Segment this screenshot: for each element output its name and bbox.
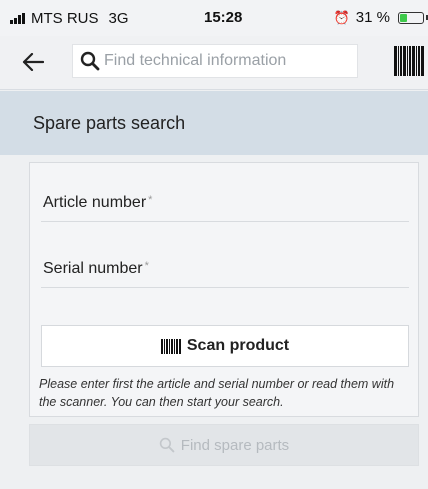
search-hint: Please enter first the article and seria… bbox=[39, 377, 395, 409]
status-right: ⏰ 31 % bbox=[334, 9, 428, 26]
section-title-bar: Spare parts search bbox=[0, 91, 428, 155]
article-number-field[interactable]: Article number * bbox=[43, 194, 152, 212]
network-type: 3G bbox=[108, 10, 129, 27]
required-marker: * bbox=[144, 260, 149, 272]
serial-number-underline bbox=[41, 287, 409, 288]
serial-number-label: Serial number bbox=[43, 260, 143, 277]
scan-product-button[interactable]: Scan product bbox=[41, 325, 409, 367]
signal-icon bbox=[10, 13, 25, 24]
find-spare-parts-button[interactable]: Find spare parts bbox=[29, 424, 419, 466]
find-spare-parts-label: Find spare parts bbox=[180, 436, 290, 454]
carrier-name: MTS RUS bbox=[31, 10, 99, 27]
status-time: 15:28 bbox=[204, 9, 243, 26]
arrow-left-icon bbox=[22, 53, 44, 71]
alarm-icon: ⏰ bbox=[333, 9, 350, 25]
page-title: Spare parts search bbox=[33, 112, 186, 133]
barcode-icon bbox=[160, 338, 181, 354]
status-bar: MTS RUS 3G 15:28 ⏰ 31 % bbox=[0, 0, 428, 36]
search-icon bbox=[80, 51, 100, 71]
required-marker: * bbox=[148, 194, 153, 206]
spare-parts-form: Article number * Serial number * Scan prod… bbox=[29, 162, 419, 417]
article-number-underline bbox=[41, 221, 409, 222]
barcode-icon[interactable] bbox=[394, 46, 424, 76]
search-input[interactable] bbox=[104, 52, 344, 70]
battery-fill bbox=[400, 13, 407, 22]
back-button[interactable] bbox=[22, 44, 62, 80]
battery-icon bbox=[398, 11, 424, 24]
article-number-label: Article number bbox=[43, 194, 147, 211]
battery-percent: 31 % bbox=[355, 9, 390, 26]
scan-product-label: Scan product bbox=[186, 337, 290, 354]
status-left: MTS RUS 3G bbox=[10, 10, 129, 27]
search-box[interactable] bbox=[72, 44, 358, 78]
serial-number-field[interactable]: Serial number * bbox=[43, 260, 149, 278]
search-header bbox=[0, 36, 428, 90]
search-icon bbox=[159, 437, 175, 453]
